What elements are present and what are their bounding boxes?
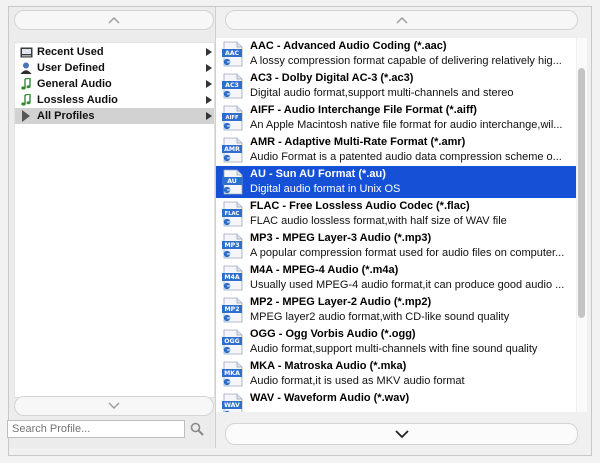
audio-file-icon: AC3: [222, 73, 243, 99]
audio-file-icon: M4A: [222, 265, 243, 291]
format-item[interactable]: AU AU - Sun AU Format (*.au) Digital audio…: [216, 166, 576, 198]
format-item[interactable]: MP3 MP3 - MPEG Layer-3 Audio (*.mp3) A pop…: [216, 230, 576, 262]
audio-file-icon: AIFF: [222, 105, 243, 131]
search-icon[interactable]: [190, 422, 204, 436]
category-scroll-down-button[interactable]: [14, 396, 214, 416]
chevron-up-icon: [396, 17, 407, 24]
format-description: Audio format,it is used as MKV audio for…: [250, 375, 465, 387]
audio-file-icon: WAV: [222, 393, 243, 412]
format-description: An Apple Macintosh native file format fo…: [250, 119, 563, 131]
play-icon: [19, 110, 33, 123]
format-title: MKA - Matroska Audio (*.mka): [250, 360, 407, 372]
format-description: A popular compression format used for au…: [250, 247, 565, 259]
format-title: AMR - Adaptive Multi-Rate Format (*.amr): [250, 136, 466, 148]
expand-arrow-icon[interactable]: [206, 80, 212, 88]
category-label: General Audio: [37, 78, 112, 90]
category-panel: Recent Used User Defined General Audio Loss…: [9, 7, 215, 448]
category-label: Recent Used: [37, 46, 104, 58]
format-title: AU - Sun AU Format (*.au): [250, 168, 386, 180]
category-label: All Profiles: [37, 110, 95, 122]
format-item[interactable]: AIFF AIFF - Audio Interchange File Format…: [216, 102, 576, 134]
chevron-down-icon: [394, 429, 409, 438]
category-item[interactable]: General Audio: [15, 76, 214, 92]
format-item[interactable]: FLAC FLAC - Free Lossless Audio Codec (*.…: [216, 198, 576, 230]
format-item[interactable]: MKA MKA - Matroska Audio (*.mka) Audio for…: [216, 358, 576, 390]
category-item[interactable]: Recent Used: [15, 44, 214, 60]
format-item[interactable]: AMR AMR - Adaptive Multi-Rate Format (*.a…: [216, 134, 576, 166]
category-item[interactable]: Lossless Audio: [15, 92, 214, 108]
recent-icon: [19, 46, 33, 59]
format-list-scrollbar[interactable]: [577, 38, 587, 412]
format-description: Digital audio format in Unix OS: [250, 183, 401, 195]
format-description: Usually used MPEG-4 audio format,it can …: [250, 279, 565, 291]
svg-text:MKA: MKA: [224, 370, 240, 377]
format-item[interactable]: AAC AAC - Advanced Audio Coding (*.aac) A …: [216, 38, 576, 70]
category-label: User Defined: [37, 62, 105, 74]
chevron-up-icon: [108, 17, 120, 24]
svg-text:AU: AU: [227, 178, 237, 185]
format-title: AIFF - Audio Interchange File Format (*.…: [250, 104, 477, 116]
search-profile-input[interactable]: [7, 420, 185, 438]
format-title: WAV - Waveform Audio (*.wav): [250, 392, 410, 404]
svg-text:AIFF: AIFF: [225, 115, 238, 121]
format-title: MP3 - MPEG Layer-3 Audio (*.mp3): [250, 232, 432, 244]
svg-text:AMR: AMR: [224, 146, 240, 153]
user-icon: [19, 62, 33, 75]
expand-arrow-icon[interactable]: [206, 112, 212, 120]
music-note-icon: [19, 78, 33, 91]
format-description: MPEG layer2 audio format,with CD-like so…: [250, 311, 510, 323]
category-item[interactable]: User Defined: [15, 60, 214, 76]
svg-text:WAV: WAV: [224, 402, 240, 409]
svg-text:M4A: M4A: [224, 274, 239, 281]
audio-file-icon: AMR: [222, 137, 243, 163]
format-title: M4A - MPEG-4 Audio (*.m4a): [250, 264, 399, 276]
audio-file-icon: OGG: [222, 329, 243, 355]
svg-text:AAC: AAC: [225, 50, 240, 57]
category-scroll-up-button[interactable]: [14, 10, 214, 30]
category-label: Lossless Audio: [37, 94, 118, 106]
format-description: FLAC audio lossless format,with half siz…: [250, 215, 507, 227]
format-item[interactable]: M4A M4A - MPEG-4 Audio (*.m4a) Usually use…: [216, 262, 576, 294]
svg-text:OGG: OGG: [224, 338, 239, 345]
format-title: AAC - Advanced Audio Coding (*.aac): [250, 40, 447, 52]
format-description: Digital audio format,support multi-chann…: [250, 87, 514, 99]
audio-file-icon: MP2: [222, 297, 243, 323]
svg-text:AC3: AC3: [225, 82, 239, 89]
format-description: Audio Format is a patented audio data co…: [250, 151, 562, 163]
audio-file-icon: AAC: [222, 41, 243, 67]
format-description: A lossy compression format capable of de…: [250, 55, 562, 67]
format-item[interactable]: MP2 MP2 - MPEG Layer-2 Audio (*.mp2) MPEG …: [216, 294, 576, 326]
category-item[interactable]: All Profiles: [15, 108, 214, 124]
svg-text:MP2: MP2: [225, 306, 240, 313]
format-item[interactable]: OGG OGG - Ogg Vorbis Audio (*.ogg) Audio f…: [216, 326, 576, 358]
format-list: AAC AAC - Advanced Audio Coding (*.aac) A …: [216, 38, 576, 412]
chevron-down-icon: [108, 402, 120, 409]
format-title: MP2 - MPEG Layer-2 Audio (*.mp2): [250, 296, 432, 308]
format-scroll-up-button[interactable]: [225, 10, 578, 30]
scrollbar-thumb[interactable]: [578, 68, 585, 318]
category-list: Recent Used User Defined General Audio Loss…: [14, 42, 215, 398]
format-scroll-down-button[interactable]: [225, 423, 578, 445]
audio-file-icon: MKA: [222, 361, 243, 387]
format-item[interactable]: WAV WAV - Waveform Audio (*.wav): [216, 390, 576, 412]
expand-arrow-icon[interactable]: [206, 64, 212, 72]
svg-text:MP3: MP3: [225, 242, 240, 249]
expand-arrow-icon[interactable]: [206, 96, 212, 104]
svg-text:FLAC: FLAC: [225, 211, 240, 217]
audio-file-icon: AU: [222, 169, 243, 195]
format-title: AC3 - Dolby Digital AC-3 (*.ac3): [250, 72, 414, 84]
format-title: FLAC - Free Lossless Audio Codec (*.flac…: [250, 200, 470, 212]
expand-arrow-icon[interactable]: [206, 48, 212, 56]
format-item[interactable]: AC3 AC3 - Dolby Digital AC-3 (*.ac3) Digit…: [216, 70, 576, 102]
audio-file-icon: MP3: [222, 233, 243, 259]
format-description: Audio format,support multi-channels with…: [250, 343, 538, 355]
format-title: OGG - Ogg Vorbis Audio (*.ogg): [250, 328, 416, 340]
music-note-icon: [19, 94, 33, 107]
audio-file-icon: FLAC: [222, 201, 243, 227]
